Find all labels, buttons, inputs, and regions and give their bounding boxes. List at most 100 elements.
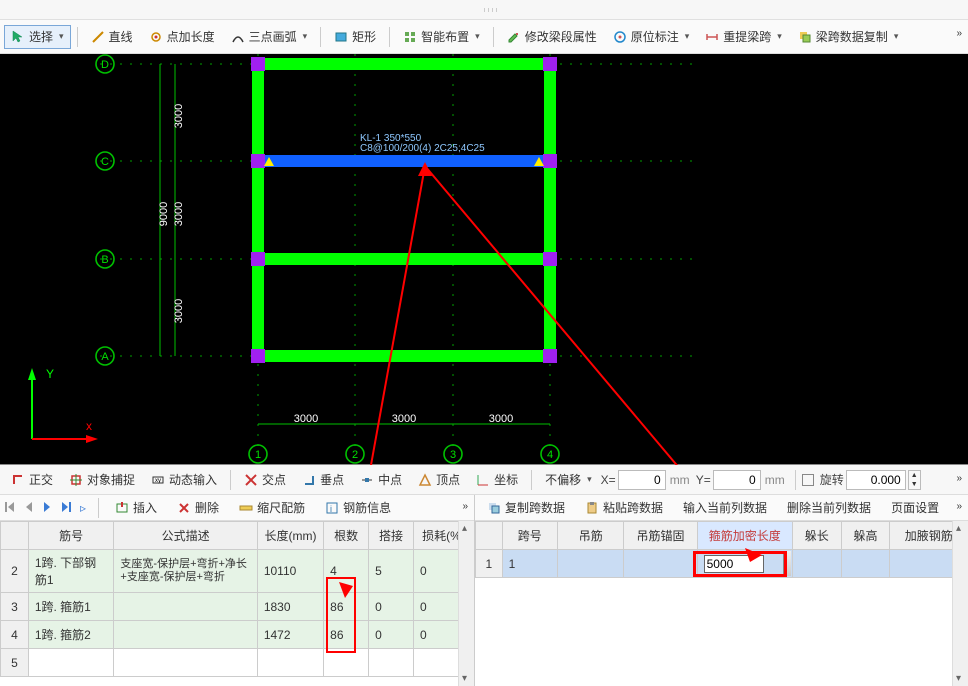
svg-text:3000: 3000	[392, 413, 416, 425]
osnap-toggle[interactable]: 对象捕捉	[62, 468, 142, 492]
table-row[interactable]: 5	[1, 649, 474, 677]
svg-text:xy: xy	[155, 478, 161, 484]
overflow-button[interactable]: »	[956, 473, 962, 484]
marker-icon	[613, 30, 627, 44]
rotate-checkbox[interactable]	[802, 474, 814, 486]
insert-button[interactable]: 插入	[107, 497, 165, 519]
dyn-input-toggle[interactable]: xy 动态输入	[144, 468, 224, 492]
arc3-button[interactable]: 三点画弧 ▾	[224, 25, 315, 49]
scrollbar[interactable]	[458, 521, 474, 686]
select-tool-button[interactable]: 选择 ▾	[4, 25, 71, 49]
x-input[interactable]	[618, 470, 666, 490]
col-count[interactable]: 根数	[324, 522, 369, 550]
paste-span-button[interactable]: 粘贴跨数据	[577, 497, 671, 519]
svg-text:3000: 3000	[173, 202, 185, 226]
copy-span-data-button[interactable]: 梁跨数据复制 ▾	[791, 25, 906, 49]
table-row[interactable]: 2 1跨. 下部钢筋1 支座宽-保护层+弯折+净长+支座宽-保护层+弯折 101…	[1, 550, 474, 593]
reset-beam-span-button[interactable]: 重提梁跨 ▾	[698, 25, 789, 49]
modify-beam-prop-button[interactable]: 修改梁段属性	[500, 25, 604, 49]
mid-icon	[360, 473, 374, 487]
spin-up-button[interactable]: ▲	[909, 471, 920, 480]
table-row[interactable]: 4 1跨. 箍筋2 1472 86 0 0	[1, 621, 474, 649]
rebar-info-button[interactable]: i 钢筋信息	[317, 497, 399, 519]
coord-snap-button[interactable]: 坐标	[469, 468, 525, 492]
ortho-toggle[interactable]: 正交	[4, 468, 60, 492]
spin-down-button[interactable]: ▼	[909, 480, 920, 489]
scale-rebar-label: 缩尺配筋	[257, 499, 305, 516]
delete-label: 删除	[195, 499, 219, 516]
drawing-canvas[interactable]: DCBA 1234 3000 3000 3000 9000 3000 3000 …	[0, 54, 968, 465]
col-id[interactable]: 筋号	[28, 522, 114, 550]
input-col-button[interactable]: 输入当前列数据	[675, 497, 775, 519]
delete-button[interactable]: 删除	[169, 497, 227, 519]
delete-col-button[interactable]: 删除当前列数据	[779, 497, 879, 519]
main-toolbar: 选择 ▾ 直线 点加长度 三点画弧 ▾ 矩形 智能布置 ▾ 修改梁段属性 原位标…	[0, 20, 968, 54]
rebar-table[interactable]: 筋号 公式描述 长度(mm) 根数 搭接 损耗(%) 2 1跨. 下部钢筋1 支…	[0, 521, 474, 677]
col-hanger[interactable]: 吊筋	[557, 522, 623, 550]
rect-tool-button[interactable]: 矩形	[327, 25, 383, 49]
col-offset-len[interactable]: 躲长	[792, 522, 841, 550]
rotate-input[interactable]	[846, 470, 906, 490]
smart-place-label: 智能布置	[421, 28, 469, 45]
nav-prev-button[interactable]	[22, 497, 36, 519]
table-row[interactable]: 1 1	[476, 550, 968, 578]
svg-text:3000: 3000	[489, 413, 513, 425]
svg-text:B: B	[101, 254, 108, 266]
overflow-button[interactable]: »	[956, 28, 962, 39]
nav-last-button[interactable]	[58, 497, 72, 519]
separator	[230, 470, 231, 490]
perpendicular-snap-button[interactable]: 垂点	[295, 468, 351, 492]
line-tool-button[interactable]: 直线	[84, 25, 140, 49]
nav-first-button[interactable]	[4, 497, 18, 519]
col-stirrup-dense-len[interactable]: 箍筋加密长度	[697, 522, 792, 550]
col-formula[interactable]: 公式描述	[114, 522, 257, 550]
info-icon: i	[325, 501, 339, 515]
separator	[795, 470, 796, 490]
ribbon-drag-handle[interactable]	[0, 0, 968, 20]
dropdown-icon: ▾	[303, 31, 308, 42]
canvas-svg: DCBA 1234 3000 3000 3000 9000 3000 3000 …	[0, 54, 966, 465]
vertex-snap-button[interactable]: 顶点	[411, 468, 467, 492]
overflow-button[interactable]: »	[462, 501, 468, 512]
right-panel: 复制跨数据 粘贴跨数据 输入当前列数据 删除当前列数据 页面设置 » 跨号 吊筋…	[475, 495, 968, 686]
cell-dropdown-handle[interactable]	[783, 551, 791, 576]
smart-place-button[interactable]: 智能布置 ▾	[396, 25, 487, 49]
status-toolbar: 正交 对象捕捉 xy 动态输入 交点 垂点 中点 顶点 坐标 不偏移 ▾ X= …	[0, 465, 968, 495]
delete-col-label: 删除当前列数据	[787, 499, 871, 516]
svg-text:3: 3	[450, 449, 456, 461]
col-hanger-anchor[interactable]: 吊筋锚固	[624, 522, 697, 550]
scale-rebar-button[interactable]: 缩尺配筋	[231, 497, 313, 519]
origin-marker-button[interactable]: 原位标注 ▾	[606, 25, 697, 49]
col-offset-h[interactable]: 躲高	[841, 522, 890, 550]
unit-mm: mm	[670, 473, 690, 487]
col-span-no[interactable]: 跨号	[502, 522, 557, 550]
y-input[interactable]	[713, 470, 761, 490]
scrollbar[interactable]	[952, 521, 968, 686]
dropdown-icon: ▾	[587, 474, 592, 485]
overflow-button[interactable]: »	[956, 501, 962, 512]
dyn-input-label: 动态输入	[169, 471, 217, 488]
page-setup-label: 页面设置	[891, 499, 939, 516]
col-splice[interactable]: 搭接	[369, 522, 414, 550]
dropdown-icon: ▾	[59, 31, 64, 42]
col-length[interactable]: 长度(mm)	[257, 522, 323, 550]
midpoint-snap-button[interactable]: 中点	[353, 468, 409, 492]
nav-next-button[interactable]	[40, 497, 54, 519]
rowhdr-col[interactable]	[1, 522, 29, 550]
page-setup-button[interactable]: 页面设置	[883, 497, 947, 519]
point-add-length-button[interactable]: 点加长度	[142, 25, 222, 49]
delete-icon	[177, 501, 191, 515]
origin-marker-label: 原位标注	[631, 28, 679, 45]
table-row[interactable]: 3 1跨. 箍筋1 1830 86 0 0	[1, 593, 474, 621]
copy-span-button[interactable]: 复制跨数据	[479, 497, 573, 519]
rowhdr-col[interactable]	[476, 522, 503, 550]
span-table[interactable]: 跨号 吊筋 吊筋锚固 箍筋加密长度 躲长 躲高 加腋钢筋 1 1	[475, 521, 968, 578]
nav-index-button[interactable]: ▹	[76, 497, 90, 519]
edit-cell[interactable]	[697, 550, 792, 578]
svg-text:x: x	[86, 419, 92, 433]
rebar-info-label: 钢筋信息	[343, 499, 391, 516]
intersection-snap-button[interactable]: 交点	[237, 468, 293, 492]
offset-mode-dropdown[interactable]: 不偏移 ▾	[538, 468, 599, 492]
intersection-label: 交点	[262, 471, 286, 488]
dense-length-input[interactable]	[704, 555, 764, 573]
